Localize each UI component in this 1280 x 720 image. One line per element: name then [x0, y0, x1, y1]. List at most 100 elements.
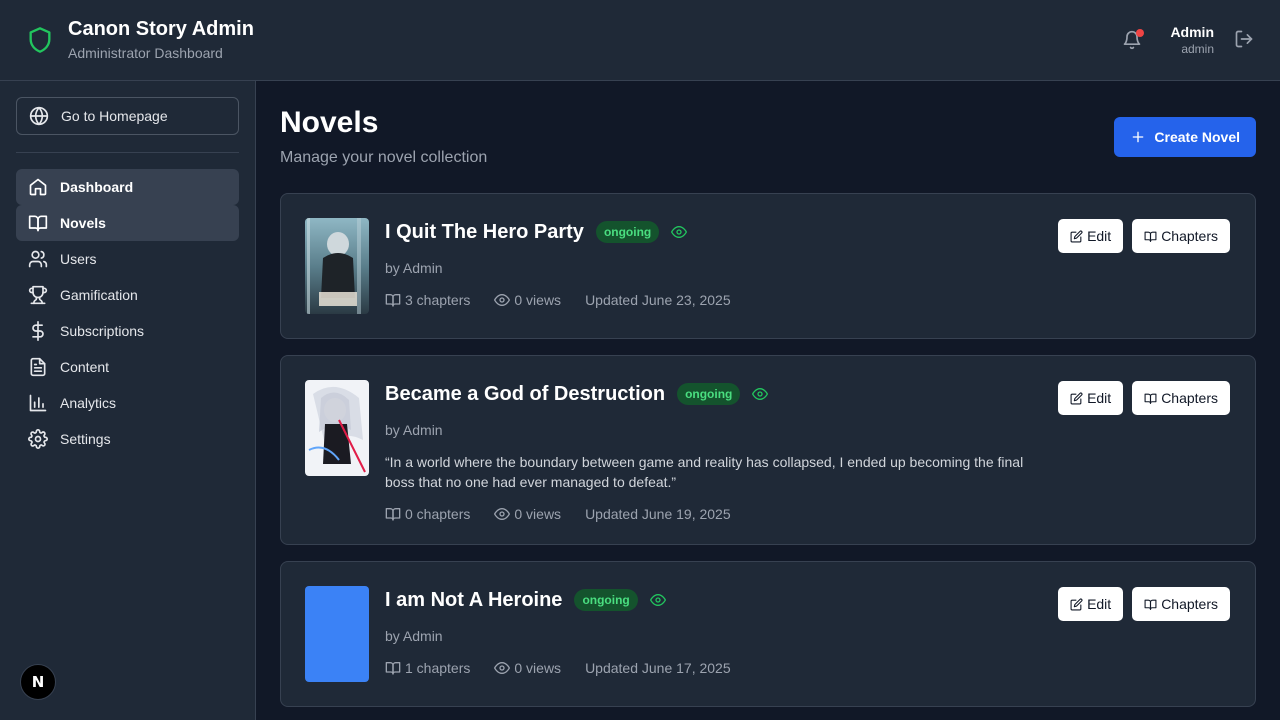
- sidebar-item-settings[interactable]: Settings: [16, 421, 239, 457]
- user-info: Admin admin: [1170, 23, 1214, 57]
- sidebar-item-label: Users: [60, 251, 97, 267]
- eye-icon: [494, 660, 511, 676]
- sidebar-item-content[interactable]: Content: [16, 349, 239, 385]
- page-title: Novels: [280, 106, 379, 139]
- status-badge: ongoing: [595, 221, 660, 243]
- chapters-label: Chapters: [1161, 596, 1218, 612]
- chapters-label: Chapters: [1161, 390, 1218, 406]
- sidebar-item-label: Novels: [60, 215, 106, 231]
- novel-title[interactable]: I Quit The Hero Party: [385, 221, 584, 244]
- published-eye-icon: [752, 386, 769, 402]
- updated-date: Updated June 19, 2025: [585, 506, 731, 522]
- view-count-text: 0 views: [514, 292, 562, 308]
- edit-label: Edit: [1087, 390, 1112, 406]
- novel-title[interactable]: I am Not A Heroine: [385, 589, 562, 612]
- trophy-icon: [28, 285, 48, 305]
- novel-cover-placeholder[interactable]: [305, 586, 369, 682]
- plus-icon: [1130, 129, 1146, 145]
- novel-author: by Admin: [385, 260, 443, 276]
- chapters-button[interactable]: Chapters: [1132, 381, 1230, 415]
- view-count: 0 views: [494, 504, 561, 524]
- main-content: Novels Manage your novel collection Crea…: [280, 81, 1256, 720]
- novel-card: Became a God of Destruction ongoing by A…: [280, 355, 1256, 545]
- chapters-button[interactable]: Chapters: [1132, 219, 1230, 253]
- novel-card: I Quit The Hero Party ongoing by Admin 3…: [280, 193, 1256, 339]
- edit-label: Edit: [1087, 228, 1112, 244]
- sidebar-item-label: Gamification: [60, 287, 138, 303]
- eye-icon: [494, 506, 511, 522]
- novel-cover-image[interactable]: [305, 218, 369, 314]
- chapter-count-text: 3 chapters: [405, 292, 471, 308]
- top-header: Canon Story Admin Administrator Dashboar…: [0, 0, 1280, 81]
- sidebar-item-analytics[interactable]: Analytics: [16, 385, 239, 421]
- novel-author: by Admin: [385, 628, 443, 644]
- chapter-count-text: 1 chapters: [405, 660, 471, 676]
- book-open-icon: [385, 506, 401, 522]
- book-open-icon: [1144, 230, 1157, 243]
- novel-title[interactable]: Became a God of Destruction: [385, 383, 665, 406]
- app-title: Canon Story Admin: [68, 18, 254, 40]
- app-subtitle: Administrator Dashboard: [68, 45, 223, 61]
- edit-label: Edit: [1087, 596, 1112, 612]
- page-subtitle: Manage your novel collection: [280, 149, 488, 166]
- notification-bell-icon[interactable]: [1120, 28, 1145, 52]
- brand: Canon Story Admin Administrator Dashboar…: [26, 17, 254, 63]
- create-novel-label: Create Novel: [1154, 129, 1240, 145]
- sidebar: Go to Homepage Dashboard Novels Users Ga: [0, 81, 256, 720]
- view-count: 0 views: [494, 658, 561, 678]
- sidebar-item-novels[interactable]: Novels: [16, 205, 239, 241]
- home-button-label: Go to Homepage: [61, 108, 168, 124]
- edit-icon: [1070, 229, 1083, 243]
- user-role: admin: [1181, 42, 1214, 56]
- users-icon: [28, 249, 48, 269]
- shield-icon: [26, 25, 54, 55]
- book-open-icon: [385, 292, 401, 308]
- sidebar-item-label: Subscriptions: [60, 323, 145, 339]
- novel-meta: 3 chapters 0 views Updated June 23, 2025: [385, 290, 1045, 310]
- novel-author: by Admin: [385, 422, 443, 438]
- book-open-icon: [1144, 598, 1157, 611]
- edit-icon: [1070, 597, 1083, 611]
- sidebar-item-dashboard[interactable]: Dashboard: [16, 169, 239, 205]
- sidebar-item-users[interactable]: Users: [16, 241, 239, 277]
- nextjs-badge[interactable]: N: [20, 664, 56, 700]
- novel-description: “In a world where the boundary between g…: [385, 454, 1024, 490]
- sidebar-item-label: Settings: [60, 431, 111, 447]
- view-count-text: 0 views: [514, 506, 562, 522]
- novel-cover-image[interactable]: [305, 380, 369, 476]
- globe-icon: [29, 106, 49, 126]
- file-text-icon: [28, 357, 48, 377]
- bar-chart-icon: [28, 393, 48, 413]
- edit-button[interactable]: Edit: [1058, 587, 1124, 621]
- logout-icon[interactable]: [1234, 29, 1256, 51]
- sidebar-divider: [16, 152, 239, 153]
- sidebar-item-gamification[interactable]: Gamification: [16, 277, 239, 313]
- sidebar-item-label: Dashboard: [60, 179, 134, 195]
- edit-button[interactable]: Edit: [1058, 219, 1124, 253]
- eye-icon: [494, 292, 511, 308]
- view-count-text: 0 views: [514, 660, 562, 676]
- chapter-count: 0 chapters: [385, 504, 470, 524]
- novel-meta: 1 chapters 0 views Updated June 17, 2025: [385, 658, 1045, 678]
- novel-card: I am Not A Heroine ongoing by Admin 1 ch…: [280, 561, 1256, 707]
- chapters-button[interactable]: Chapters: [1132, 587, 1230, 621]
- chapters-label: Chapters: [1161, 228, 1218, 244]
- sidebar-item-subscriptions[interactable]: Subscriptions: [16, 313, 239, 349]
- dollar-icon: [28, 321, 48, 341]
- book-open-icon: [1144, 392, 1157, 405]
- edit-icon: [1070, 391, 1083, 405]
- chapter-count-text: 0 chapters: [405, 506, 471, 522]
- book-open-icon: [28, 213, 48, 233]
- notification-dot: [1136, 29, 1145, 37]
- gear-icon: [28, 429, 48, 449]
- published-eye-icon: [671, 224, 688, 240]
- go-to-homepage-button[interactable]: Go to Homepage: [16, 97, 239, 135]
- sidebar-nav: Dashboard Novels Users Gamification Subs…: [16, 169, 239, 457]
- edit-button[interactable]: Edit: [1058, 381, 1124, 415]
- home-icon: [28, 177, 48, 197]
- sidebar-item-label: Content: [60, 359, 110, 375]
- create-novel-button[interactable]: Create Novel: [1114, 117, 1256, 157]
- book-open-icon: [385, 660, 401, 676]
- updated-date: Updated June 23, 2025: [585, 292, 731, 308]
- chapter-count: 3 chapters: [385, 290, 470, 310]
